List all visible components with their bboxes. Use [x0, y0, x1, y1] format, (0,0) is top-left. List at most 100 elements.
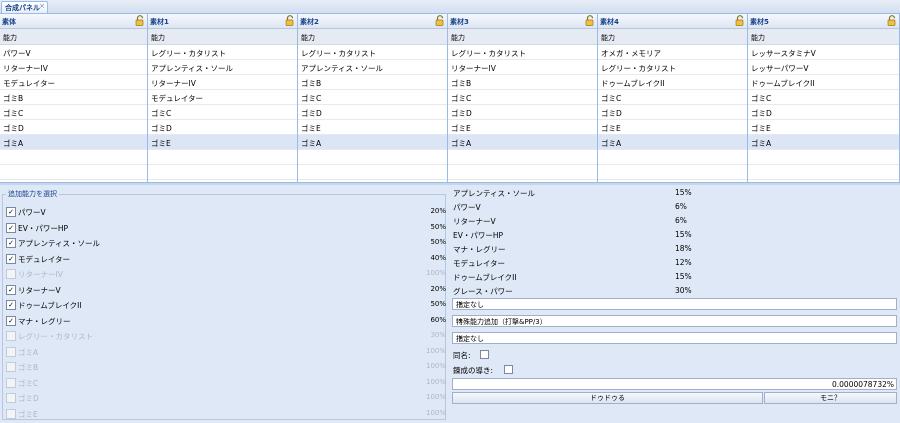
lock-icon[interactable] [735, 15, 745, 26]
ability-name: ゴミE [18, 409, 38, 419]
table-row[interactable]: レグリー・カタリスト [298, 45, 447, 60]
table-row[interactable]: ゴミA [298, 135, 447, 150]
same-name-checkbox[interactable] [480, 350, 489, 359]
ability-subheader-label: 能力 [3, 34, 17, 42]
table-row[interactable] [298, 165, 447, 180]
column-header[interactable]: 素材5 [748, 14, 899, 29]
table-row[interactable]: アプレンティス・ソール [298, 60, 447, 75]
table-row[interactable]: ゴミC [598, 90, 747, 105]
table-row[interactable]: ゴミD [748, 105, 899, 120]
table-row[interactable]: ゴミD [448, 105, 597, 120]
table-row[interactable]: リターナーIV [0, 60, 147, 75]
table-row[interactable]: ゴミE [298, 120, 447, 135]
table-row[interactable]: ゴミE [148, 135, 297, 150]
ability-checkbox[interactable]: ✓ [6, 238, 16, 248]
lock-icon[interactable] [887, 15, 897, 26]
ability-checkbox[interactable]: ✓ [6, 207, 16, 217]
table-row[interactable]: ゴミE [748, 120, 899, 135]
ability-checkbox[interactable]: ✓ [6, 315, 16, 326]
ability-option[interactable]: ✓ アプレンティス・ソール 50% [6, 237, 446, 251]
ability-option[interactable]: ✓ マナ・レグリー 60% [6, 315, 446, 329]
ability-option[interactable]: ✓ ドゥームブレイクII 50% [6, 299, 446, 313]
table-row[interactable]: ゴミC [0, 105, 147, 120]
table-row[interactable]: ゴミC [748, 90, 899, 105]
lock-icon[interactable] [285, 15, 295, 26]
table-row[interactable] [0, 165, 147, 180]
table-row[interactable] [598, 150, 747, 165]
ability-select-1[interactable]: 指定なし ▾ [452, 298, 897, 310]
table-row[interactable]: ゴミA [448, 135, 597, 150]
tab-synthesis-panel[interactable]: 合成パネル × [1, 1, 48, 13]
table-row[interactable] [748, 150, 899, 165]
table-row[interactable]: モデュレイター [0, 75, 147, 90]
table-row[interactable] [148, 150, 297, 165]
column-header[interactable]: 素材3 [448, 14, 597, 29]
table-row[interactable]: ゴミA [748, 135, 899, 150]
table-row[interactable]: ゴミB [298, 75, 447, 90]
table-row[interactable]: ゴミD [298, 105, 447, 120]
table-row[interactable]: パワーV [0, 45, 147, 60]
table-row[interactable]: アプレンティス・ソール [148, 60, 297, 75]
ability-option[interactable]: ✓ パワーV 20% [6, 206, 446, 220]
table-row[interactable]: ゴミE [598, 120, 747, 135]
moni-button[interactable]: モニ？ [764, 392, 897, 404]
ability-subheader-label: 能力 [751, 34, 765, 42]
table-row[interactable]: ゴミA [0, 135, 147, 150]
table-row[interactable] [598, 165, 747, 180]
refine-guide-checkbox[interactable] [504, 365, 513, 374]
table-row[interactable] [298, 150, 447, 165]
table-row[interactable]: ゴミE [448, 120, 597, 135]
ability-checkbox[interactable]: ✓ [6, 253, 16, 264]
table-row[interactable]: レグリー・カタリスト [598, 60, 747, 75]
ability-option[interactable]: ✓ EV・パワーHP 50% [6, 222, 446, 236]
ability-checkbox[interactable]: ✓ [6, 222, 16, 233]
chevron-down-icon[interactable]: ▾ [456, 316, 465, 326]
table-row[interactable] [748, 165, 899, 180]
table-row[interactable]: ゴミD [0, 120, 147, 135]
ability-subheader: 能力 [448, 29, 597, 45]
table-row[interactable]: オメガ・メモリア [598, 45, 747, 60]
ability-subheader-label: 能力 [601, 34, 615, 42]
table-row[interactable]: ゴミD [148, 120, 297, 135]
table-row[interactable]: ゴミA [598, 135, 747, 150]
ability-checkbox[interactable]: ✓ [6, 284, 16, 295]
table-row[interactable]: リターナーIV [148, 75, 297, 90]
table-row[interactable]: ゴミC [148, 105, 297, 120]
table-row[interactable]: リターナーIV [448, 60, 597, 75]
table-row[interactable]: レッサースタミナV [748, 45, 899, 60]
ability-select-3[interactable]: 指定なし ▾ [452, 332, 897, 344]
lock-icon[interactable] [585, 15, 595, 26]
ability-cell: レグリー・カタリスト [601, 64, 676, 73]
ability-option[interactable]: ✓ モデュレイター 40% [6, 253, 446, 267]
result-ability-name: ドゥームブレイクII [453, 273, 517, 282]
table-row[interactable] [148, 165, 297, 180]
table-row[interactable]: ゴミC [298, 90, 447, 105]
table-row[interactable]: レッサーパワーV [748, 60, 899, 75]
table-row[interactable] [448, 150, 597, 165]
table-row[interactable]: モデュレイター [148, 90, 297, 105]
lock-icon[interactable] [135, 15, 145, 26]
table-row[interactable]: レグリー・カタリスト [148, 45, 297, 60]
table-row[interactable]: ゴミB [0, 90, 147, 105]
chevron-down-icon[interactable]: ▾ [456, 299, 465, 309]
table-row[interactable]: ゴミB [448, 75, 597, 90]
ability-name: リターナーIV [18, 270, 63, 279]
ability-option[interactable]: ✓ リターナーV 20% [6, 284, 446, 298]
table-row[interactable] [448, 165, 597, 180]
table-row[interactable]: レグリー・カタリスト [448, 45, 597, 60]
ability-checkbox[interactable]: ✓ [6, 300, 16, 310]
column-header[interactable]: 素体 [0, 14, 147, 29]
column-header[interactable]: 素材4 [598, 14, 747, 29]
table-row[interactable]: ゴミD [598, 105, 747, 120]
column-header[interactable]: 素材2 [298, 14, 447, 29]
column-header[interactable]: 素材1 [148, 14, 297, 29]
table-row[interactable]: ゴミC [448, 90, 597, 105]
table-row[interactable]: ドゥームブレイクII [598, 75, 747, 90]
tab-close-icon[interactable]: × [39, 2, 45, 10]
doodle-button[interactable]: ドゥドゥる [452, 392, 763, 404]
table-row[interactable]: ドゥームブレイクII [748, 75, 899, 90]
chevron-down-icon[interactable]: ▾ [456, 333, 465, 343]
ability-select-2[interactable]: 特殊能力追加（打撃&PP/3） ▾ [452, 315, 897, 327]
table-row[interactable] [0, 150, 147, 165]
lock-icon[interactable] [435, 15, 445, 26]
